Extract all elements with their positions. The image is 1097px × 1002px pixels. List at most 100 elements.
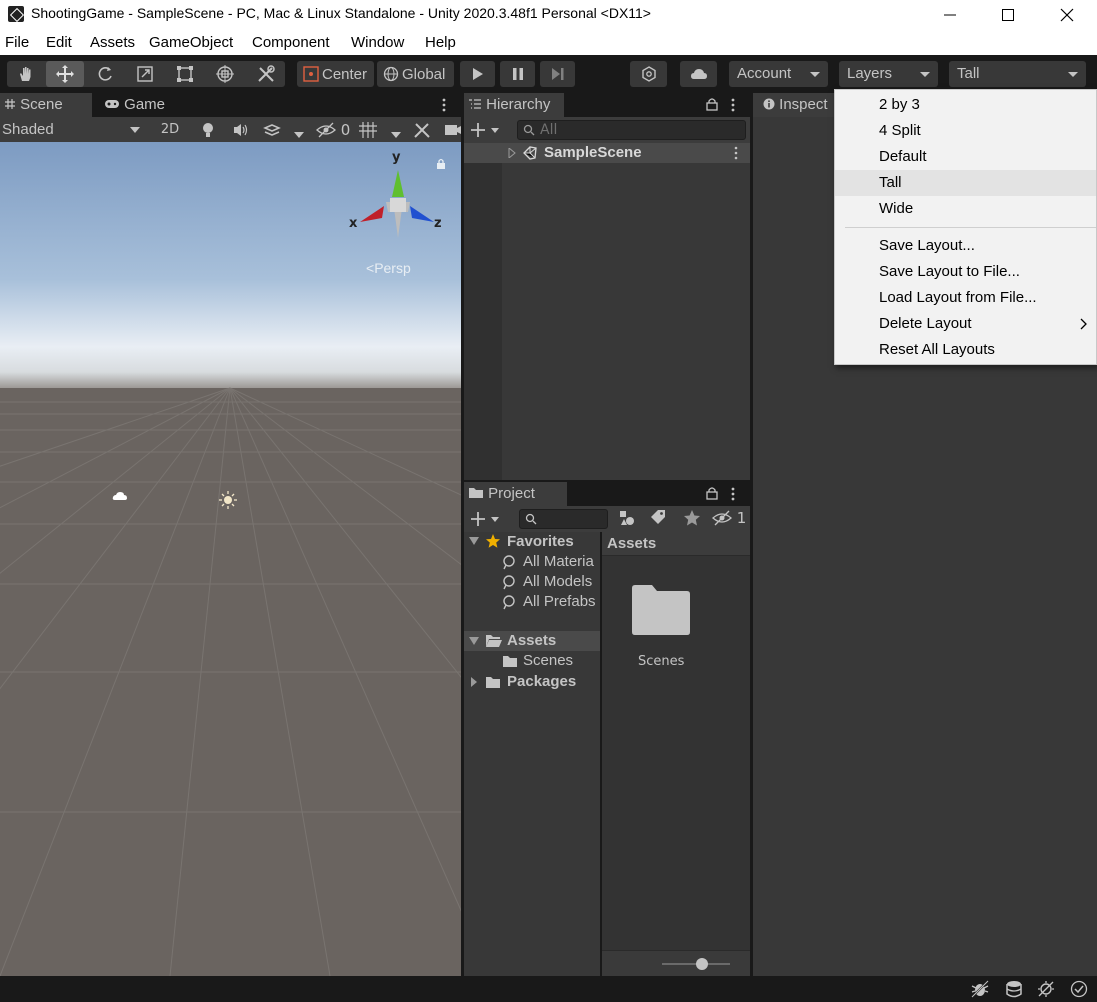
layers-dropdown[interactable]: Layers xyxy=(839,61,938,87)
grid-snap-toggle[interactable] xyxy=(358,121,378,143)
tab-hierarchy[interactable]: Hierarchy xyxy=(464,93,564,117)
delete-layout-item[interactable]: Delete Layout xyxy=(835,311,1096,337)
sun-icon xyxy=(219,491,237,509)
maximize-icon xyxy=(1002,9,1014,21)
close-icon xyxy=(1060,8,1074,22)
tab-game[interactable]: Game xyxy=(100,93,180,117)
menu-window[interactable]: Window xyxy=(351,34,404,51)
favorite-item-label: All Models xyxy=(523,573,593,590)
status-bar xyxy=(0,976,1097,1002)
account-dropdown[interactable]: Account xyxy=(729,61,828,87)
layout-menu-item-selected[interactable]: Tall xyxy=(835,170,1096,196)
menu-gameobject[interactable]: GameObject xyxy=(149,34,233,51)
minimize-button[interactable] xyxy=(921,0,979,30)
hidden-packages-toggle[interactable]: 1 xyxy=(712,509,746,527)
menu-file[interactable]: File xyxy=(5,34,29,51)
projection-toggle[interactable]: <Persp xyxy=(366,260,411,276)
asset-item-scenes[interactable]: Scenes xyxy=(628,584,694,674)
effects-toggle[interactable] xyxy=(263,122,281,142)
search-by-type-button[interactable] xyxy=(618,509,636,531)
layout-menu-item[interactable]: Default xyxy=(835,144,1096,170)
hidden-objects-toggle[interactable]: 0 xyxy=(316,121,350,139)
save-layout-item[interactable]: Save Layout... xyxy=(835,233,1096,259)
hierarchy-menu-button[interactable] xyxy=(730,97,736,117)
hierarchy-lock-button[interactable] xyxy=(706,97,718,115)
move-tool-button[interactable] xyxy=(46,61,84,87)
favorite-button[interactable] xyxy=(683,509,701,531)
camera-toggle[interactable] xyxy=(444,122,461,142)
maximize-button[interactable] xyxy=(979,0,1037,30)
search-by-label-button[interactable] xyxy=(650,509,666,529)
expand-arrow-icon[interactable] xyxy=(508,148,516,158)
hierarchy-search-input[interactable]: All xyxy=(517,120,746,140)
collapse-arrow-icon[interactable] xyxy=(469,537,479,545)
menu-assets[interactable]: Assets xyxy=(90,34,135,51)
layout-menu-item[interactable]: 2 by 3 xyxy=(835,92,1096,118)
cloud-button[interactable] xyxy=(680,61,717,87)
project-menu-button[interactable] xyxy=(730,486,736,506)
icon-size-slider-thumb[interactable] xyxy=(696,958,708,970)
unity-scene-icon xyxy=(523,146,537,160)
hierarchy-row-samplescene[interactable]: SampleScene xyxy=(464,143,750,163)
tree-row-packages[interactable]: Packages xyxy=(464,672,600,692)
pivot-toggle-button[interactable]: Center xyxy=(297,61,374,87)
transform-tool-button[interactable] xyxy=(206,61,244,87)
rotate-tool-button[interactable] xyxy=(86,61,124,87)
pause-button[interactable] xyxy=(500,61,535,87)
layout-dropdown[interactable]: Tall xyxy=(949,61,1086,87)
toggle-2d-button[interactable]: 2D xyxy=(152,117,188,142)
shading-mode-dropdown[interactable]: Shaded xyxy=(0,117,150,142)
project-search-input[interactable] xyxy=(519,509,608,529)
gizmo-x-label: x xyxy=(349,216,358,231)
layout-menu-item[interactable]: Wide xyxy=(835,196,1096,222)
grid-dropdown[interactable] xyxy=(391,126,401,142)
cache-server-button[interactable] xyxy=(1004,980,1024,1002)
effects-dropdown[interactable] xyxy=(294,126,304,142)
tab-project[interactable]: Project xyxy=(464,482,567,506)
save-layout-to-file-item[interactable]: Save Layout to File... xyxy=(835,259,1096,285)
step-button[interactable] xyxy=(540,61,575,87)
menu-edit[interactable]: Edit xyxy=(46,34,72,51)
menu-help[interactable]: Help xyxy=(425,34,456,51)
tab-game-label: Game xyxy=(124,96,166,113)
search-icon xyxy=(503,575,515,590)
custom-tools-button[interactable] xyxy=(247,61,285,87)
scene-tools-toggle[interactable] xyxy=(413,121,431,143)
scene-tab-menu-icon[interactable] xyxy=(441,97,447,117)
scale-tool-button[interactable] xyxy=(126,61,164,87)
lighting-toggle[interactable] xyxy=(200,122,216,142)
expand-arrow-icon[interactable] xyxy=(470,677,478,687)
gizmo-lock-icon[interactable] xyxy=(436,158,446,174)
collab-button[interactable] xyxy=(630,61,667,87)
play-button[interactable] xyxy=(460,61,495,87)
project-lock-button[interactable] xyxy=(706,486,718,504)
reset-all-layouts-item[interactable]: Reset All Layouts xyxy=(835,337,1096,363)
packages-label: Packages xyxy=(507,673,577,690)
camera-gizmo[interactable] xyxy=(112,490,128,506)
menu-component[interactable]: Component xyxy=(252,34,330,51)
light-gizmo[interactable] xyxy=(219,491,237,513)
rect-tool-button[interactable] xyxy=(166,61,204,87)
favorites-label[interactable]: Favorites xyxy=(507,533,574,550)
space-toggle-button[interactable]: Global xyxy=(377,61,454,87)
tree-row-assets[interactable]: Assets xyxy=(464,631,600,651)
load-layout-from-file-item[interactable]: Load Layout from File... xyxy=(835,285,1096,311)
kebab-menu-icon[interactable] xyxy=(733,146,739,160)
project-create-button[interactable] xyxy=(470,510,502,532)
auto-generate-lighting-button[interactable] xyxy=(1036,980,1056,1002)
debug-mode-button[interactable] xyxy=(970,980,990,1002)
layout-menu-item[interactable]: 4 Split xyxy=(835,118,1096,144)
hand-tool-button[interactable] xyxy=(7,61,45,87)
close-button[interactable] xyxy=(1038,0,1096,30)
audio-toggle[interactable] xyxy=(232,122,250,142)
tab-scene[interactable]: Scene xyxy=(0,93,92,117)
collapse-arrow-icon[interactable] xyxy=(469,637,479,645)
hierarchy-create-button[interactable] xyxy=(470,121,502,143)
list-icon xyxy=(469,99,481,109)
breadcrumb-assets[interactable]: Assets xyxy=(607,535,656,552)
progress-status-button[interactable] xyxy=(1070,980,1088,1002)
effects-icon xyxy=(263,124,281,136)
orientation-gizmo[interactable]: y x z xyxy=(340,150,442,250)
step-icon xyxy=(551,68,563,80)
scene-view[interactable]: y x z <Persp xyxy=(0,142,461,976)
